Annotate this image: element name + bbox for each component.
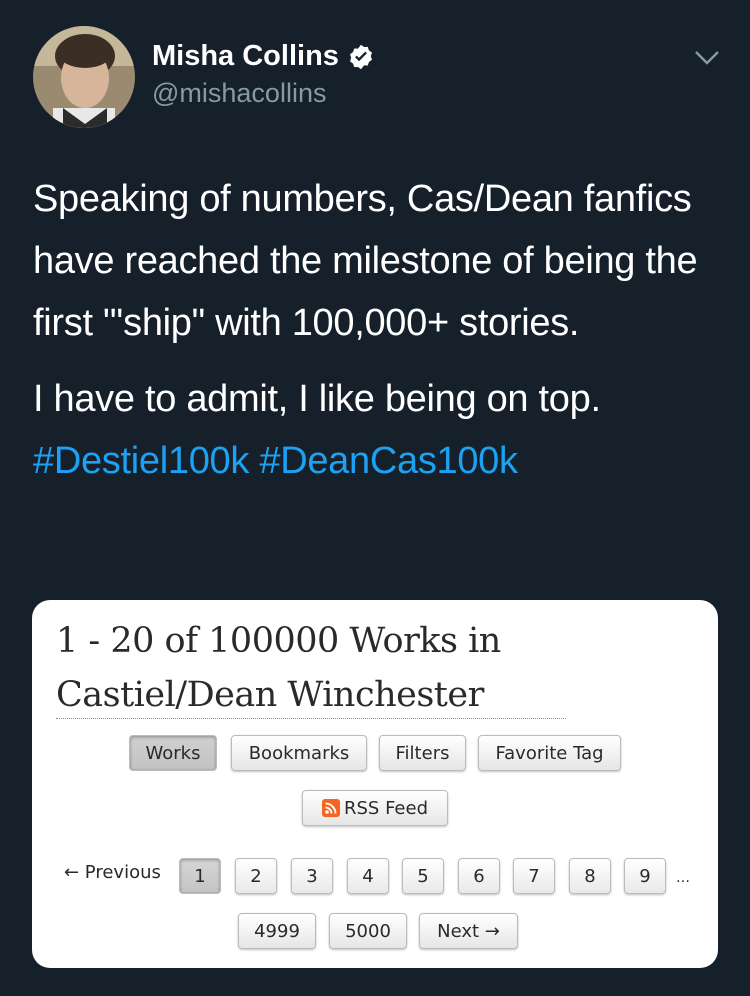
works-button[interactable]: Works [129, 735, 217, 771]
rss-icon [321, 799, 340, 817]
favorite-tag-button[interactable]: Favorite Tag [478, 735, 621, 771]
page-button-4999[interactable]: 4999 [238, 913, 316, 949]
tweet-paragraph: Speaking of numbers, Cas/Dean fanfics ha… [33, 178, 698, 344]
author-name-row: Misha Collins [152, 40, 375, 73]
filters-button[interactable]: Filters [379, 735, 466, 771]
works-heading: 1 - 20 of 100000 Works in Castiel/Dean W… [56, 621, 501, 715]
verified-badge-icon [349, 44, 372, 69]
avatar[interactable] [33, 26, 135, 128]
page-button[interactable]: 8 [569, 858, 611, 894]
pagination-ellipsis: … [676, 870, 690, 886]
page-button[interactable]: 9 [624, 858, 666, 894]
page-button[interactable]: 2 [235, 858, 277, 894]
rss-feed-label: RSS Feed [343, 797, 429, 819]
next-button[interactable]: Next → [419, 913, 518, 949]
page-button[interactable]: 5 [402, 858, 444, 894]
previous-link[interactable]: ← Previous [64, 862, 161, 883]
author-handle[interactable]: @mishacollins [152, 78, 326, 109]
tweet-hashtags: #Destiel100k #DeanCas100k [33, 430, 723, 492]
hashtag-link[interactable]: #Destiel100k [33, 440, 249, 482]
bookmarks-button[interactable]: Bookmarks [231, 735, 367, 771]
author-name[interactable]: Misha Collins [152, 40, 339, 73]
tweet-text: Speaking of numbers, Cas/Dean fanfics ha… [33, 168, 723, 492]
tweet-paragraph: I have to admit, I like being on top. [33, 378, 601, 420]
page-button[interactable]: 6 [458, 858, 500, 894]
rss-feed-button[interactable]: RSS Feed [302, 790, 448, 826]
page-button-5000[interactable]: 5000 [329, 913, 407, 949]
chevron-down-icon[interactable] [692, 47, 722, 69]
page-button[interactable]: 4 [347, 858, 389, 894]
page-button[interactable]: 7 [513, 858, 555, 894]
avatar-image [33, 26, 135, 128]
heading-underline [56, 718, 566, 719]
page-button[interactable]: 1 [179, 858, 221, 894]
hashtag-link[interactable]: #DeanCas100k [259, 440, 518, 482]
page-button[interactable]: 3 [291, 858, 333, 894]
attached-image-card[interactable]: 1 - 20 of 100000 Works in Castiel/Dean W… [32, 600, 718, 968]
